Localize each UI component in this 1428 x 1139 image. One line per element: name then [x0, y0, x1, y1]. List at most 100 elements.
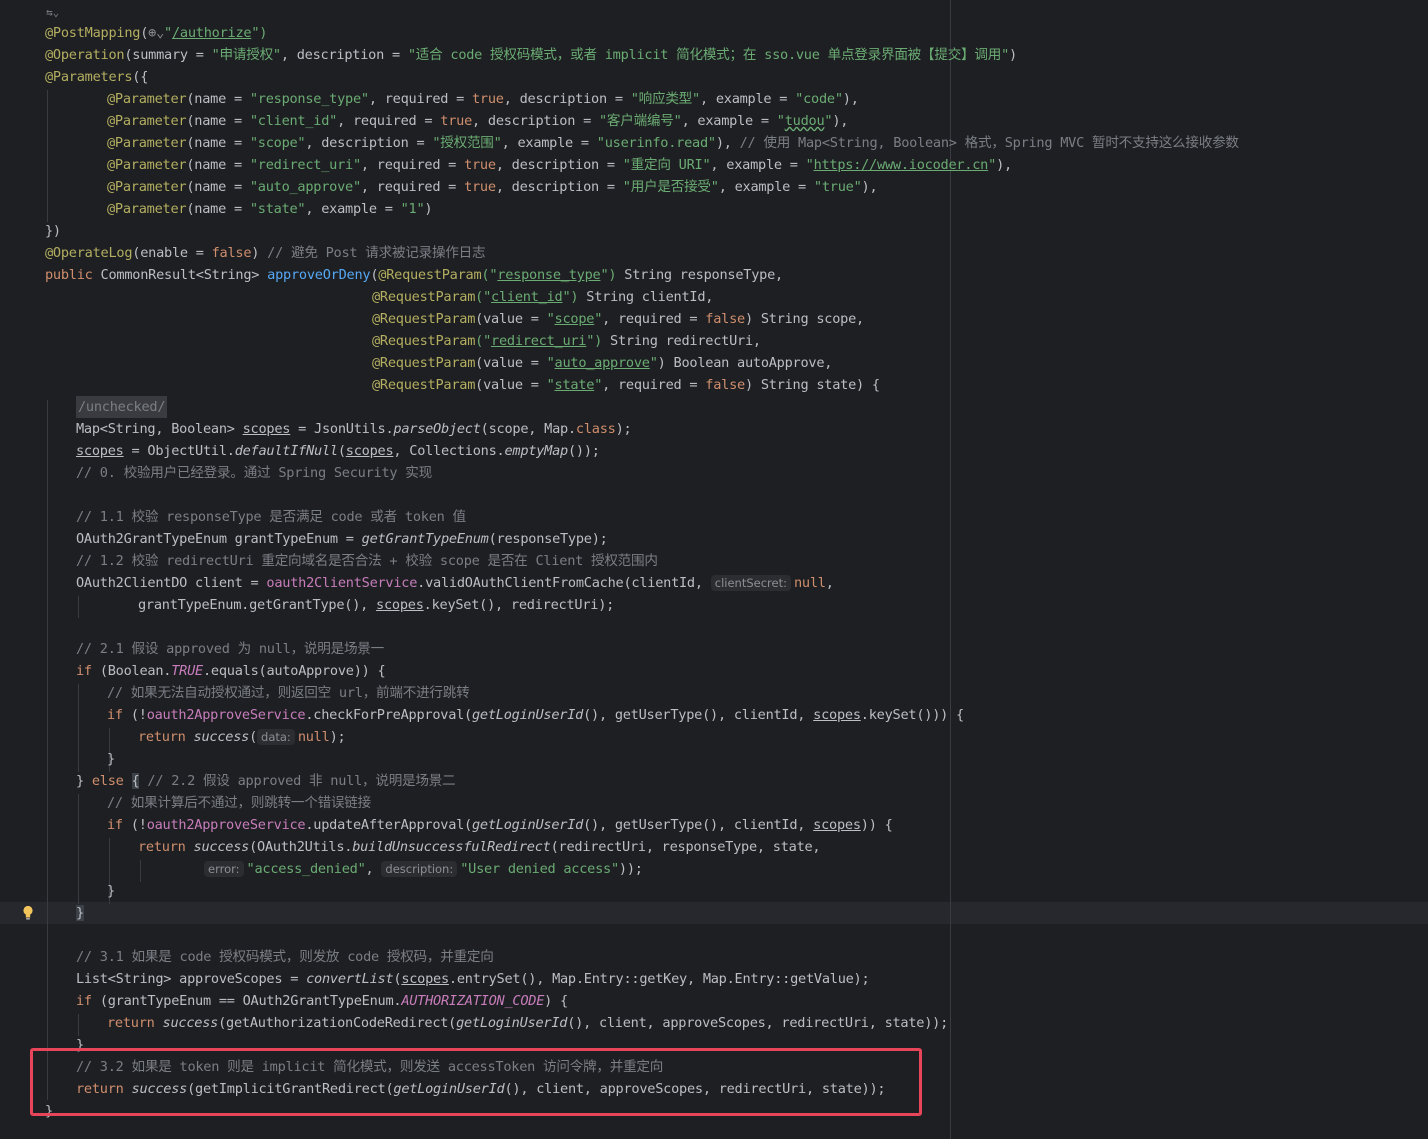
code-line[interactable]: Map<String, Boolean> scopes = JsonUtils.…	[76, 418, 632, 440]
code-line[interactable]: return success(getAuthorizationCodeRedir…	[107, 1012, 948, 1034]
code-token: ("	[481, 267, 498, 283]
code-line[interactable]: }	[107, 748, 115, 770]
code-token: response_type	[497, 267, 601, 283]
code-token: scopes	[376, 597, 424, 613]
code-line[interactable]: // 如果计算后不通过，则跳转一个错误链接	[107, 792, 371, 814]
code-token: @Parameter	[107, 179, 187, 195]
code-comment: // 3.1 如果是 code 授权码模式，则发放 code 授权码，并重定向	[76, 949, 494, 965]
suppression-marker[interactable]: /unchecked/	[76, 396, 168, 418]
code-line[interactable]: if (!oauth2ApproveService.updateAfterApp…	[107, 814, 893, 836]
code-token: ());	[567, 443, 600, 459]
code-token: scopes	[401, 971, 449, 987]
code-token: ),	[861, 179, 878, 195]
code-token: .checkForPreApproval(	[305, 707, 472, 723]
code-line[interactable]: @Parameters({	[45, 66, 148, 88]
code-editor[interactable]: ⇆⌄ @PostMapping(⊕⌄"/authorize") @Operati…	[0, 0, 1428, 1139]
code-line[interactable]: if (grantTypeEnum == OAuth2GrantTypeEnum…	[76, 990, 568, 1012]
code-token: .keySet())) {	[860, 707, 964, 723]
code-line[interactable]: @RequestParam("redirect_uri") String red…	[372, 330, 761, 352]
code-token: CommonResult<String>	[100, 267, 268, 283]
parameter-hint: error:	[204, 861, 244, 877]
code-token: "申请授权"	[211, 47, 282, 63]
code-token: "	[594, 311, 603, 327]
code-token: (name =	[186, 179, 250, 195]
code-line[interactable]: /unchecked/	[76, 396, 168, 418]
code-token: (	[140, 25, 149, 41]
code-token: scopes	[813, 817, 861, 833]
code-line[interactable]: @Parameter(name = "client_id", required …	[107, 110, 848, 132]
code-line[interactable]: @Parameter(name = "redirect_uri", requir…	[107, 154, 1012, 176]
code-line[interactable]: // 3.1 如果是 code 授权码模式，则发放 code 授权码，并重定向	[76, 946, 494, 968]
code-line[interactable]: if (Boolean.TRUE.equals(autoApprove)) {	[76, 660, 386, 682]
code-line[interactable]: // 2.1 假设 approved 为 null，说明是场景一	[76, 638, 384, 660]
typo-warning[interactable]: tudou	[785, 113, 825, 129]
code-line[interactable]: // 1.2 校验 redirectUri 重定向域名是否合法 + 校验 sco…	[76, 550, 658, 572]
code-token: return	[138, 729, 194, 745]
code-token: })	[45, 223, 61, 239]
indent-guide	[47, 400, 48, 1100]
code-token: , example =	[305, 201, 401, 217]
code-line[interactable]: public CommonResult<String> approveOrDen…	[45, 264, 783, 286]
code-token: )	[251, 245, 268, 261]
code-line[interactable]: OAuth2ClientDO client = oauth2ClientServ…	[76, 572, 834, 594]
url-link[interactable]: /authorize	[172, 25, 252, 41]
lightbulb-icon[interactable]	[22, 905, 34, 921]
code-line[interactable]: @Parameter(name = "response_type", requi…	[107, 88, 859, 110]
indent-guide	[78, 684, 79, 772]
fold-icon[interactable]: ⇆⌄	[46, 6, 59, 19]
code-line[interactable]: }	[76, 902, 84, 924]
code-line[interactable]: @RequestParam(value = "state", required …	[372, 374, 880, 396]
globe-icon[interactable]: ⊕⌄	[148, 25, 164, 41]
code-line[interactable]: } else { // 2.2 假设 approved 非 null，说明是场景…	[76, 770, 456, 792]
code-line[interactable]: @Parameter(name = "state", example = "1"…	[107, 198, 433, 220]
code-token: defaultIfNull	[234, 443, 338, 459]
code-line[interactable]: // 0. 校验用户已经登录。通过 Spring Security 实现	[76, 462, 432, 484]
code-line[interactable]: if (!oauth2ApproveService.checkForPreApp…	[107, 704, 964, 726]
code-token: if	[76, 663, 100, 679]
code-line[interactable]: // 1.1 校验 responseType 是否满足 code 或者 toke…	[76, 506, 466, 528]
code-token: (!	[130, 707, 147, 723]
code-token: , example =	[718, 179, 814, 195]
code-token: class	[575, 421, 616, 437]
code-token: , description =	[472, 113, 599, 129]
code-token: , Collections.	[393, 443, 505, 459]
code-token: , required =	[360, 179, 465, 195]
code-token: (	[249, 729, 258, 745]
code-comment: // 如果无法自动授权通过，则返回空 url，前端不进行跳转	[107, 685, 470, 701]
code-line[interactable]: @Parameter(name = "scope", description =…	[107, 132, 1239, 154]
code-line[interactable]: return success(OAuth2Utils.buildUnsucces…	[138, 836, 821, 858]
code-line[interactable]: // 如果无法自动授权通过，则返回空 url，前端不进行跳转	[107, 682, 470, 704]
code-token: = ObjectUtil.	[123, 443, 235, 459]
code-token: success	[193, 729, 250, 745]
code-token: "scope"	[249, 135, 306, 151]
parameter-hint: data:	[257, 729, 295, 745]
code-token: return	[138, 839, 194, 855]
code-token: ({	[132, 69, 149, 85]
code-line[interactable]: grantTypeEnum.getGrantType(), scopes.key…	[138, 594, 614, 616]
code-token: auto_approve	[554, 355, 650, 371]
code-token: ,	[825, 575, 834, 591]
code-line[interactable]: List<String> approveScopes = convertList…	[76, 968, 870, 990]
code-line[interactable]: }	[107, 880, 115, 902]
code-line[interactable]: @OperateLog(enable = false) // 避免 Post 请…	[45, 242, 486, 264]
code-line[interactable]: @RequestParam(value = "scope", required …	[372, 308, 864, 330]
code-token: "	[164, 25, 172, 41]
code-token: (), client, approveScopes, redirectUri, …	[567, 1015, 949, 1031]
url-link[interactable]: https://www.iocoder.cn	[814, 157, 989, 173]
method-name[interactable]: approveOrDeny	[267, 267, 370, 283]
code-line[interactable]: @RequestParam("client_id") String client…	[372, 286, 713, 308]
code-token: redirect_uri	[491, 333, 587, 349]
code-line[interactable]: @Parameter(name = "auto_approve", requir…	[107, 176, 878, 198]
code-token: @RequestParam	[372, 311, 476, 327]
code-line[interactable]: @PostMapping(⊕⌄"/authorize")	[45, 22, 267, 44]
code-line[interactable]: scopes = ObjectUtil.defaultIfNull(scopes…	[76, 440, 600, 462]
code-line[interactable]: return success(data: null);	[138, 726, 346, 748]
code-comment: // 1.2 校验 redirectUri 重定向域名是否合法 + 校验 sco…	[76, 553, 658, 569]
code-token: oauth2ApproveService	[146, 707, 306, 723]
code-line[interactable]: @Operation(summary = "申请授权", description…	[45, 44, 1017, 66]
code-line[interactable]: @RequestParam(value = "auto_approve") Bo…	[372, 352, 832, 374]
code-token: scopes	[242, 421, 291, 437]
code-line[interactable]: })	[45, 220, 61, 242]
code-line[interactable]: OAuth2GrantTypeEnum grantTypeEnum = getG…	[76, 528, 608, 550]
code-line[interactable]: error: "access_denied", description: "User…	[204, 858, 643, 880]
